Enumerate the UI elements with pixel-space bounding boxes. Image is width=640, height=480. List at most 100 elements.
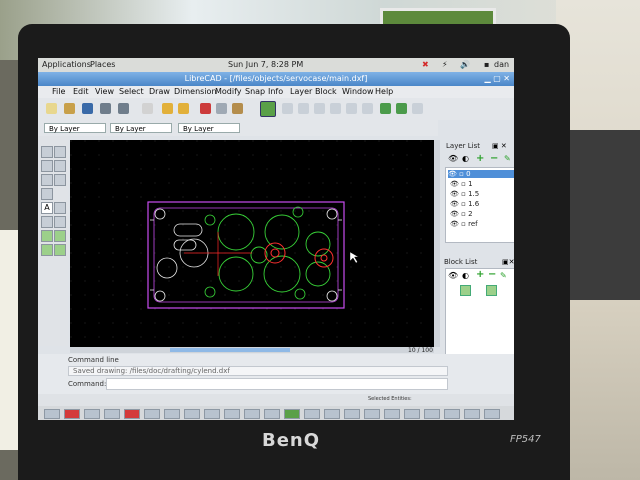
command-input[interactable] (106, 378, 448, 390)
line-tool-icon[interactable] (41, 146, 53, 158)
zoom-window-icon[interactable] (346, 103, 357, 114)
taskbar-item[interactable] (224, 409, 240, 419)
save-icon[interactable] (82, 103, 93, 114)
scrollbar-thumb[interactable] (170, 348, 290, 352)
layer-item[interactable]: 👁 ▫ 0 (448, 170, 514, 178)
hide-all-blocks-icon[interactable]: ◐ (462, 271, 469, 280)
taskbar-item[interactable] (284, 409, 300, 419)
undo-icon[interactable] (162, 103, 173, 114)
taskbar-item[interactable] (264, 409, 280, 419)
show-all-blocks-icon[interactable]: 👁 (448, 271, 458, 280)
edit-block-icon[interactable]: ✎ (500, 271, 507, 280)
zoom-pan-icon[interactable] (362, 103, 373, 114)
taskbar-item[interactable] (44, 409, 60, 419)
vertical-scrollbar[interactable] (434, 140, 440, 347)
menu-draw[interactable]: Draw (149, 87, 170, 96)
taskbar-item[interactable] (444, 409, 460, 419)
menu-snap[interactable]: Snap (245, 87, 265, 96)
ellipse-tool-icon[interactable] (54, 160, 66, 172)
copy-icon[interactable] (216, 103, 227, 114)
polyline-tool-icon[interactable] (41, 174, 53, 186)
places-menu[interactable]: Places (90, 60, 115, 69)
menu-window[interactable]: Window (342, 87, 374, 96)
drawing-canvas[interactable] (70, 140, 434, 347)
circle-tool-icon[interactable] (41, 160, 53, 172)
snap-tool-icon[interactable] (54, 230, 66, 242)
arc-tool-icon[interactable] (54, 146, 66, 158)
window-controls-icon[interactable]: ▁ ▢ ✕ (485, 72, 511, 86)
save-block-icon[interactable] (486, 285, 497, 296)
horizontal-scrollbar[interactable] (70, 347, 434, 353)
image-tool-icon[interactable] (41, 216, 53, 228)
taskbar-item[interactable] (424, 409, 440, 419)
menu-block[interactable]: Block (315, 87, 337, 96)
taskbar-item[interactable] (344, 409, 360, 419)
volume-icon[interactable]: 🔊 (460, 60, 470, 69)
menu-file[interactable]: File (52, 87, 65, 96)
block-list-icon[interactable] (396, 103, 407, 114)
width-select[interactable]: By Layer (110, 123, 172, 133)
menu-modify[interactable]: Modify (215, 87, 242, 96)
modify-tool-icon[interactable] (41, 230, 53, 242)
layer-item[interactable]: 👁 ▫ ref (450, 220, 478, 228)
cut-icon[interactable] (200, 103, 211, 114)
taskbar-item[interactable] (104, 409, 120, 419)
linetype-select[interactable]: By Layer (178, 123, 240, 133)
layer-item[interactable]: 👁 ▫ 1 (450, 180, 473, 188)
add-layer-icon[interactable]: + (476, 154, 484, 164)
taskbar-item[interactable] (484, 409, 500, 419)
taskbar-item[interactable] (204, 409, 220, 419)
dock-close-icon[interactable]: ▣✕ (502, 258, 514, 266)
taskbar-item[interactable] (124, 409, 140, 419)
color-select[interactable]: By Layer (44, 123, 106, 133)
measure-tool-icon[interactable] (41, 244, 53, 256)
menu-edit[interactable]: Edit (73, 87, 89, 96)
spline-tool-icon[interactable] (41, 188, 53, 200)
menu-layer[interactable]: Layer (290, 87, 312, 96)
select-pointer-icon[interactable] (142, 103, 153, 114)
menu-view[interactable]: View (95, 87, 114, 96)
taskbar-item[interactable] (184, 409, 200, 419)
taskbar-item[interactable] (84, 409, 100, 419)
taskbar-item[interactable] (244, 409, 260, 419)
menu-help[interactable]: Help (375, 87, 393, 96)
network-icon[interactable]: ✖ (422, 60, 429, 69)
redo-icon[interactable] (178, 103, 189, 114)
taskbar-item[interactable] (64, 409, 80, 419)
zoom-previous-icon[interactable] (330, 103, 341, 114)
applications-menu[interactable]: Applications (42, 60, 91, 69)
menu-info[interactable]: Info (268, 87, 283, 96)
library-browser-icon[interactable] (412, 103, 423, 114)
zoom-out-icon[interactable] (298, 103, 309, 114)
paste-icon[interactable] (232, 103, 243, 114)
window-titlebar[interactable]: LibreCAD - [/files/objects/servocase/mai… (38, 72, 514, 86)
taskbar-item[interactable] (324, 409, 340, 419)
text-tool-icon[interactable]: A (41, 202, 53, 214)
menu-select[interactable]: Select (119, 87, 144, 96)
remove-block-icon[interactable]: − (488, 269, 496, 280)
layer-list-icon[interactable] (380, 103, 391, 114)
hide-all-layers-icon[interactable]: ◐ (462, 154, 469, 163)
hatch-tool-icon[interactable] (54, 202, 66, 214)
point-tool-icon[interactable] (54, 174, 66, 186)
user-name[interactable]: dan (494, 60, 509, 69)
taskbar-item[interactable] (144, 409, 160, 419)
add-block-icon[interactable]: + (476, 269, 484, 280)
dock-close-icon[interactable]: ▣ ✕ (492, 142, 507, 150)
clock[interactable]: Sun Jun 7, 8:28 PM (228, 60, 303, 69)
dimension-tool-icon[interactable] (54, 216, 66, 228)
taskbar-item[interactable] (464, 409, 480, 419)
print-icon[interactable] (100, 103, 111, 114)
show-all-layers-icon[interactable]: 👁 (448, 154, 458, 163)
new-file-icon[interactable] (46, 103, 57, 114)
taskbar-item[interactable] (164, 409, 180, 419)
print-preview-icon[interactable] (118, 103, 129, 114)
layer-item[interactable]: 👁 ▫ 1.6 (450, 200, 479, 208)
edit-layer-icon[interactable]: ✎ (504, 154, 511, 163)
insert-block-icon[interactable] (460, 285, 471, 296)
zoom-auto-icon[interactable] (314, 103, 325, 114)
taskbar-item[interactable] (404, 409, 420, 419)
select-tool-icon[interactable] (54, 244, 66, 256)
power-icon[interactable]: ⚡ (442, 60, 448, 69)
layer-item[interactable]: 👁 ▫ 1.5 (450, 190, 479, 198)
